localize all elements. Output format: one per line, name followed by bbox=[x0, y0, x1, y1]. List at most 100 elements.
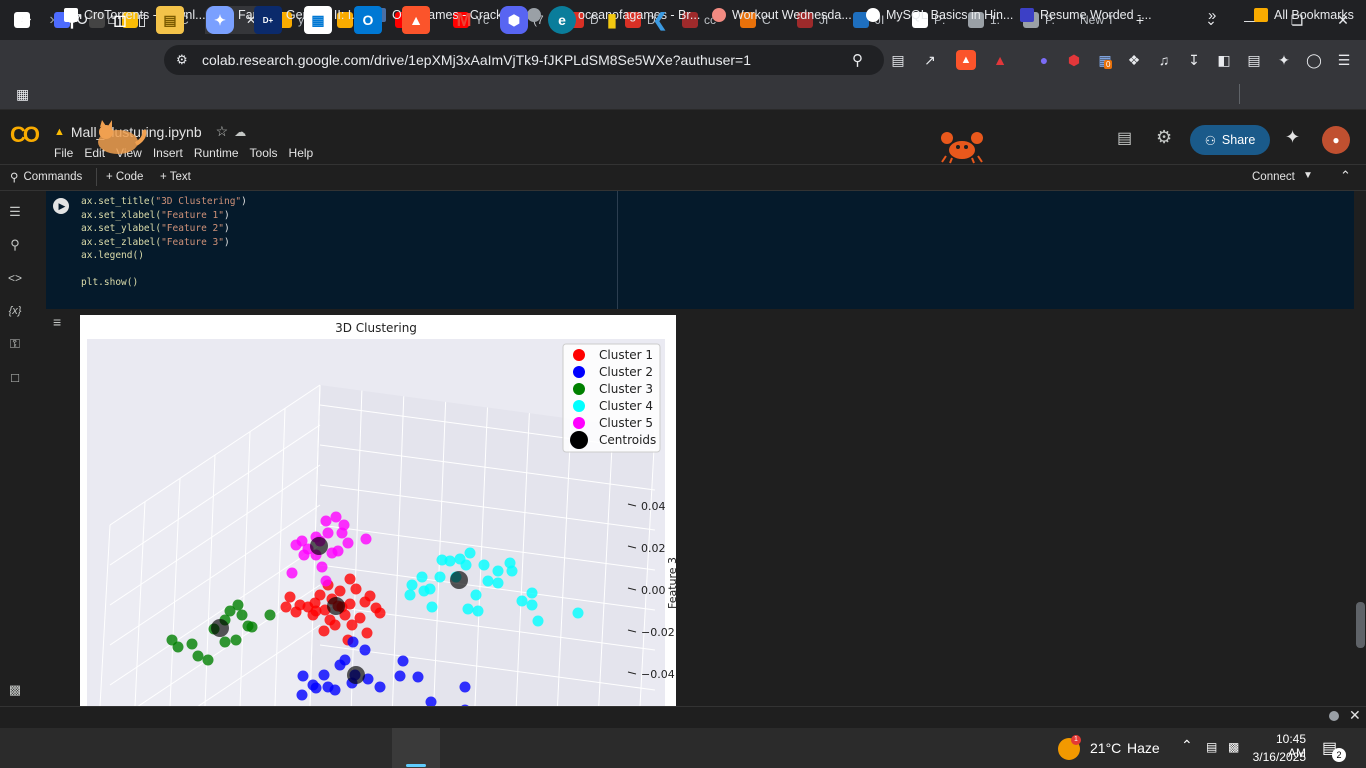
extensions-puzzle-icon[interactable]: ❖ bbox=[1124, 50, 1144, 70]
code-line[interactable]: ax.set_zlabel("Feature 3") bbox=[81, 236, 247, 250]
cluster-point bbox=[360, 533, 372, 545]
code-line[interactable]: ax.legend() bbox=[81, 249, 247, 263]
legend-marker bbox=[570, 431, 588, 449]
bookmark-oceanofgames[interactable]: oceanofagames - Br... bbox=[558, 6, 700, 24]
find-replace-icon[interactable]: ⚲ bbox=[5, 235, 25, 255]
vpn-icon[interactable]: ◯ bbox=[1304, 50, 1324, 70]
account-avatar[interactable]: ● bbox=[1322, 126, 1350, 154]
microsoft-store-icon[interactable]: ▦ bbox=[304, 6, 332, 34]
code-line[interactable]: plt.show() bbox=[81, 276, 247, 290]
zoom-search-icon[interactable]: ⚲ bbox=[852, 51, 863, 69]
copilot-icon[interactable]: ✦ bbox=[206, 6, 234, 34]
legend-label: Cluster 2 bbox=[599, 365, 653, 379]
share-button[interactable]: ⚇ Share bbox=[1190, 125, 1270, 155]
site-info-icon[interactable]: ⚙ bbox=[176, 52, 188, 68]
edge-icon[interactable]: e bbox=[548, 6, 576, 34]
power-bi-icon[interactable]: ▮ bbox=[598, 6, 626, 34]
apps-grid-icon[interactable]: ▦ bbox=[16, 86, 29, 103]
extension-shield-icon[interactable]: ⬢ bbox=[1064, 50, 1084, 70]
bookmark-globe[interactable] bbox=[527, 6, 541, 24]
sidebar-icon[interactable]: ◧ bbox=[1214, 50, 1234, 70]
variables-icon[interactable]: {x} bbox=[5, 301, 25, 321]
status-close-icon[interactable]: ✕ bbox=[1349, 707, 1361, 724]
disney-plus-icon[interactable]: D+ bbox=[254, 6, 282, 34]
task-view-icon[interactable]: ◫ bbox=[106, 6, 134, 34]
comments-icon[interactable]: ▤ bbox=[1117, 128, 1132, 148]
cluster-point bbox=[284, 591, 296, 603]
cluster-point bbox=[342, 537, 354, 549]
share-page-icon[interactable]: ↗ bbox=[920, 50, 940, 70]
terminal-icon[interactable]: ▩ bbox=[5, 680, 25, 700]
app-hex-icon[interactable]: ⬢ bbox=[500, 6, 528, 34]
code-line[interactable]: ax.set_xlabel("Feature 1") bbox=[81, 209, 247, 223]
bookmark-fantasy-general[interactable]: Fantasy General II: I... bbox=[218, 6, 362, 24]
download-icon[interactable]: ↧ bbox=[1184, 50, 1204, 70]
code-editor[interactable]: ax.set_title("3D Clustering") ax.set_xlab… bbox=[81, 195, 247, 290]
connect-button[interactable]: Connect bbox=[1252, 171, 1295, 183]
run-cell-button[interactable]: ▶ bbox=[53, 198, 69, 214]
bookmark-ova-games[interactable]: Ova Games - Crack... bbox=[372, 6, 513, 24]
bookmark-mysql[interactable]: MySQL Basics in Hin... bbox=[866, 6, 1013, 24]
scrollbar-thumb[interactable] bbox=[1356, 602, 1365, 648]
cluster-point bbox=[318, 669, 330, 681]
weather-badge: 1 bbox=[1071, 735, 1081, 745]
clock-date[interactable]: 3/16/2025 bbox=[1246, 750, 1306, 764]
cluster-point bbox=[232, 599, 244, 611]
menu-runtime[interactable]: Runtime bbox=[194, 146, 239, 160]
outlook-icon[interactable]: O bbox=[354, 6, 382, 34]
colab-logo-icon[interactable]: CO bbox=[10, 122, 40, 148]
legend-label: Cluster 3 bbox=[599, 382, 653, 396]
search-icon[interactable]: ⚲ bbox=[58, 6, 86, 34]
tray-app-icon[interactable]: ▤ bbox=[1206, 740, 1217, 754]
windows-start-icon[interactable]: ❖ bbox=[10, 6, 38, 34]
collapse-chevron-up-icon[interactable]: ⌃ bbox=[1340, 168, 1351, 184]
vscode-icon[interactable]: ❮ bbox=[646, 6, 674, 34]
bookmark-workout-wednesday[interactable]: Workout Wednesda... bbox=[712, 6, 852, 24]
menu-file[interactable]: File bbox=[54, 146, 73, 160]
all-bookmarks-button[interactable]: All Bookmarks bbox=[1254, 6, 1354, 24]
url-text[interactable]: colab.research.google.com/drive/1epXMj3x… bbox=[202, 45, 751, 75]
menu-tools[interactable]: Tools bbox=[250, 146, 278, 160]
media-music-icon[interactable]: ♫ bbox=[1154, 50, 1174, 70]
file-explorer-icon[interactable]: ▤ bbox=[156, 6, 184, 34]
drive-icon: ▲ bbox=[54, 125, 65, 138]
z-tick-label: −0.02 bbox=[641, 626, 675, 639]
globe-icon bbox=[527, 8, 541, 22]
add-code-button[interactable]: + Code bbox=[106, 171, 143, 183]
menu-insert[interactable]: Insert bbox=[153, 146, 183, 160]
table-of-contents-icon[interactable]: ☰ bbox=[5, 202, 25, 222]
brave-rewards-icon[interactable]: ▲ bbox=[990, 50, 1010, 70]
gemini-sparkle-icon[interactable]: ✦ bbox=[1285, 127, 1300, 148]
weather-temperature[interactable]: 21°C bbox=[1090, 740, 1121, 756]
browser-menu-icon[interactable]: ☰ bbox=[1334, 50, 1354, 70]
bookmarks-overflow-chevron-icon[interactable]: » bbox=[1208, 6, 1216, 24]
tray-network-icon[interactable]: ▩ bbox=[1228, 740, 1239, 754]
output-toggle-icon[interactable]: ≡ bbox=[53, 314, 61, 330]
connect-dropdown-icon[interactable]: ▼ bbox=[1303, 170, 1313, 181]
commands-button[interactable]: ⚲ Commands bbox=[10, 170, 82, 184]
weather-description[interactable]: Haze bbox=[1127, 740, 1160, 756]
files-folder-icon[interactable]: □ bbox=[5, 367, 25, 387]
cluster-point bbox=[186, 638, 198, 650]
address-bar[interactable]: ⚙ colab.research.google.com/drive/1epXMj… bbox=[164, 45, 884, 75]
menu-help[interactable]: Help bbox=[289, 146, 314, 160]
code-token: ) bbox=[224, 236, 230, 248]
code-line[interactable]: ax.set_title("3D Clustering") bbox=[81, 195, 247, 209]
secrets-key-icon[interactable]: ⚿ bbox=[5, 334, 25, 354]
extension-flame-icon[interactable]: ● bbox=[1034, 50, 1054, 70]
leo-ai-icon[interactable]: ✦ bbox=[1274, 50, 1294, 70]
code-snippets-icon[interactable]: <> bbox=[5, 268, 25, 288]
extension-badge-icon[interactable]: ▦ 0 bbox=[1095, 50, 1115, 70]
code-line[interactable] bbox=[81, 263, 247, 277]
add-text-button[interactable]: + Text bbox=[160, 171, 191, 183]
star-icon[interactable]: ☆ bbox=[216, 123, 229, 140]
reader-mode-icon[interactable]: ▤ bbox=[888, 50, 908, 70]
brave-browser-icon[interactable]: ▲ bbox=[402, 6, 430, 34]
bookmark-resume-worded[interactable]: Resume Worded -... bbox=[1020, 6, 1152, 24]
code-line[interactable]: ax.set_ylabel("Feature 2") bbox=[81, 222, 247, 236]
gmail-icon[interactable]: M bbox=[450, 6, 478, 34]
settings-gear-icon[interactable]: ⚙ bbox=[1156, 127, 1172, 148]
brave-shields-icon[interactable]: ▲ bbox=[956, 50, 976, 70]
wallet-icon[interactable]: ▤ bbox=[1244, 50, 1264, 70]
tray-chevron-up-icon[interactable]: ⌃ bbox=[1181, 737, 1193, 754]
